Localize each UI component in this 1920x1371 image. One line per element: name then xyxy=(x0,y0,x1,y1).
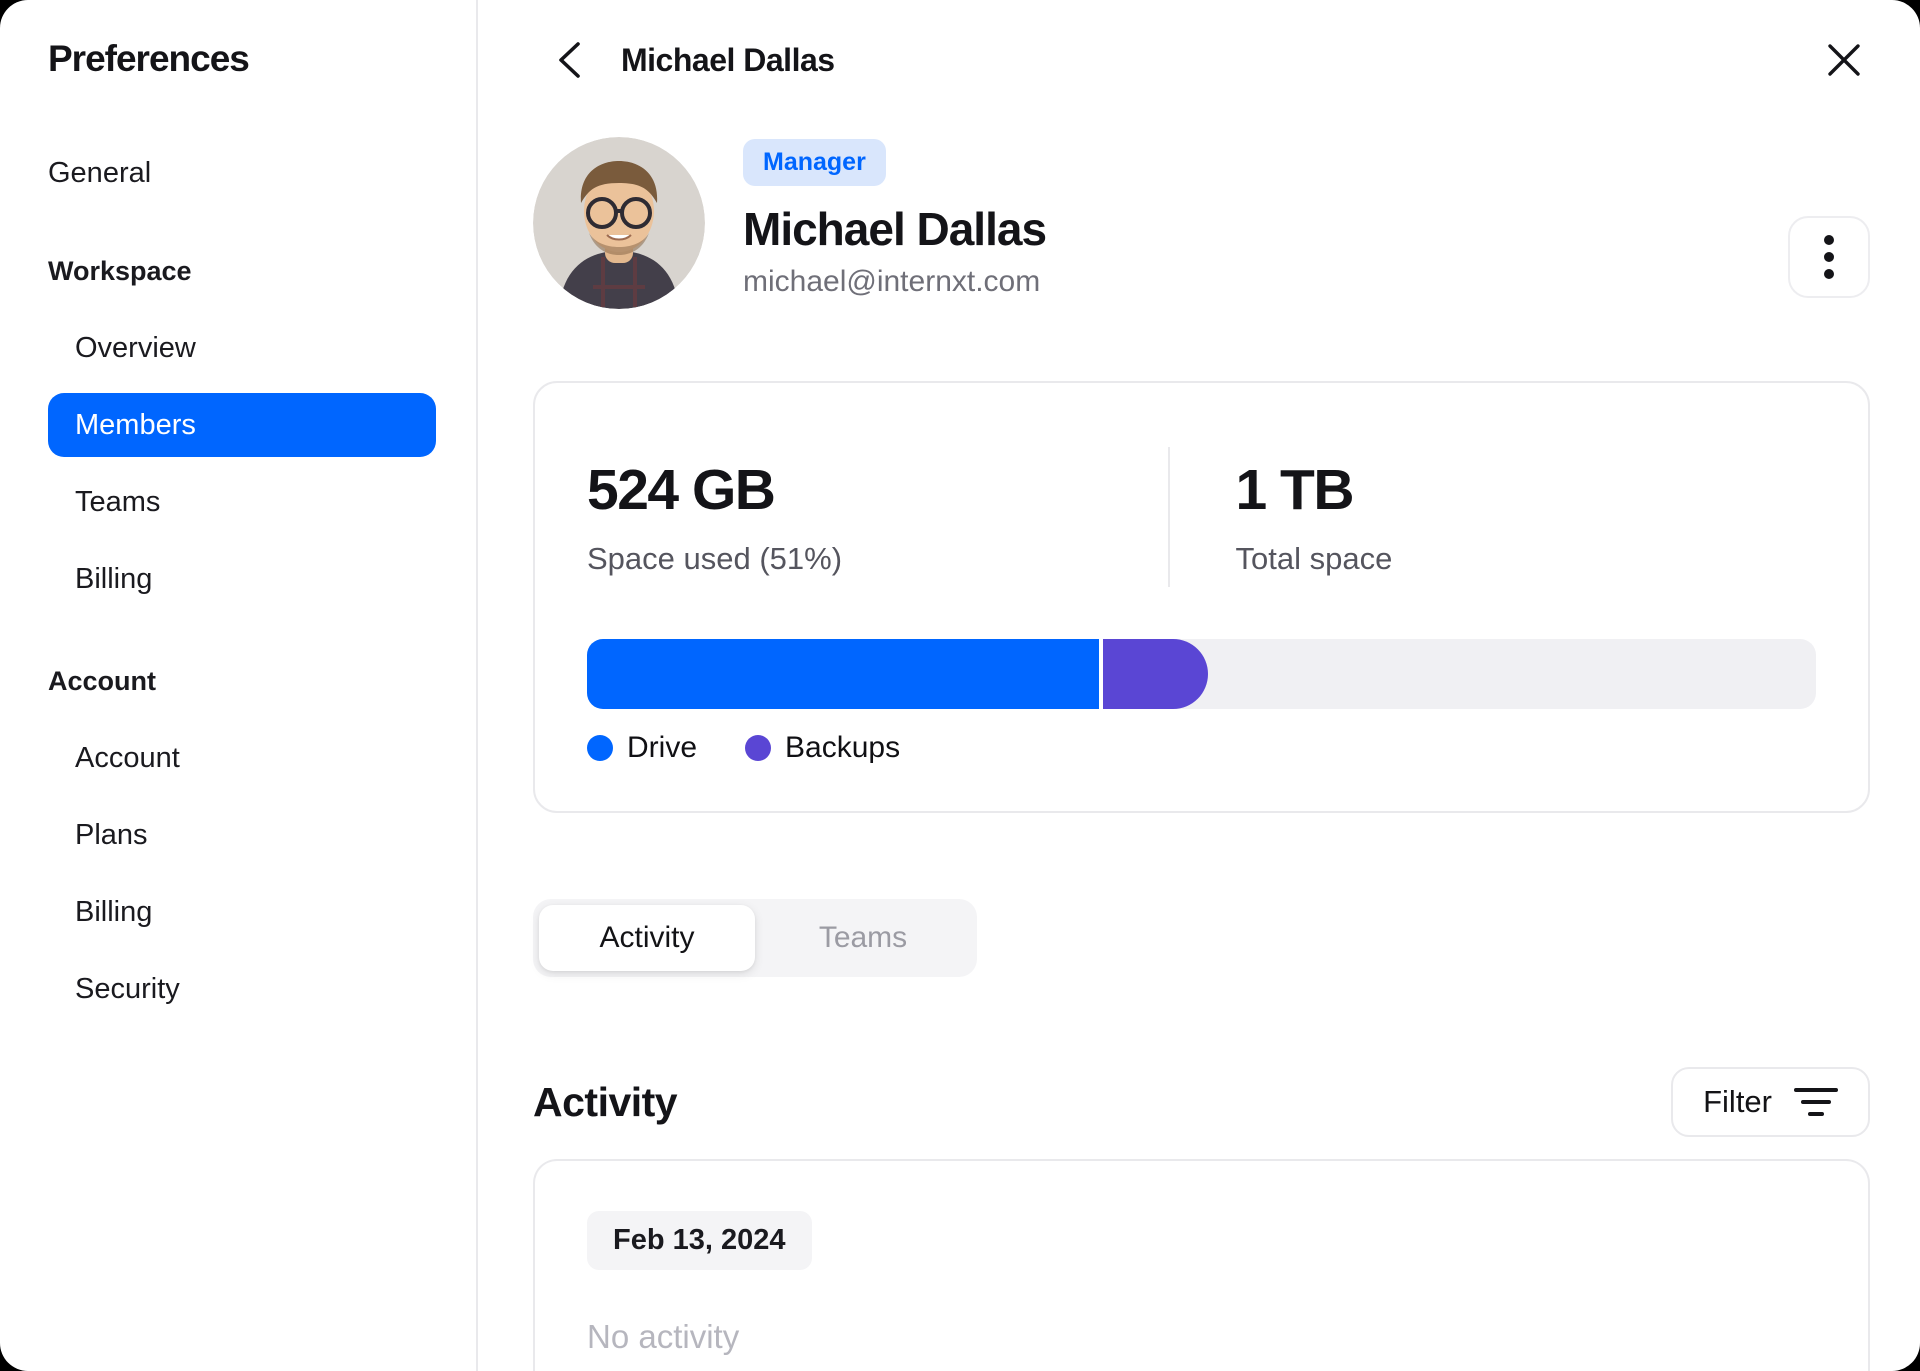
sidebar-section-account: Account xyxy=(48,665,156,696)
kebab-menu-icon xyxy=(1823,234,1835,280)
preferences-modal: Preferences General Workspace Overview M… xyxy=(0,0,1920,1371)
back-button[interactable] xyxy=(547,38,591,82)
member-email: michael@internxt.com xyxy=(743,265,1041,298)
sidebar-title: Preferences xyxy=(48,38,250,79)
sidebar-item-billing-workspace[interactable]: Billing xyxy=(48,547,436,611)
avatar xyxy=(533,137,705,309)
sidebar-item-overview[interactable]: Overview xyxy=(48,316,436,380)
activity-card: Feb 13, 2024 No activity xyxy=(533,1159,1870,1371)
tab-switcher: Activity Teams xyxy=(533,899,977,977)
sidebar-item-account[interactable]: Account xyxy=(48,726,436,790)
sidebar-item-billing-account[interactable]: Billing xyxy=(48,880,436,944)
tab-activity[interactable]: Activity xyxy=(539,905,755,971)
sidebar: Preferences General Workspace Overview M… xyxy=(0,0,478,1371)
member-profile: Manager Michael Dallas michael@internxt.… xyxy=(533,137,1870,309)
no-activity-text: No activity xyxy=(587,1318,740,1355)
drive-dot-icon xyxy=(587,735,613,761)
storage-stats: 524 GB Space used (51%) 1 TB Total space xyxy=(587,447,1816,587)
sidebar-nav: General Workspace Overview Members Teams… xyxy=(48,141,436,1021)
member-name: Michael Dallas xyxy=(743,203,1047,255)
total-space-value: 1 TB xyxy=(1235,458,1355,522)
space-used-stat: 524 GB Space used (51%) xyxy=(587,457,1168,577)
backups-legend-label: Backups xyxy=(785,731,901,764)
member-detail-panel: Michael Dallas Manager Michael Dallas mi… xyxy=(478,0,1920,1371)
tab-teams[interactable]: Teams xyxy=(755,905,971,971)
storage-progress-bar xyxy=(587,639,1816,709)
sidebar-item-security[interactable]: Security xyxy=(48,957,436,1021)
sidebar-item-members[interactable]: Members xyxy=(48,393,436,457)
total-space-label: Total space xyxy=(1235,541,1393,576)
more-options-button[interactable] xyxy=(1788,216,1870,298)
storage-card: 524 GB Space used (51%) 1 TB Total space… xyxy=(533,381,1870,813)
legend-item-drive: Drive xyxy=(587,731,697,765)
chevron-left-icon xyxy=(556,40,582,80)
drive-legend-label: Drive xyxy=(627,731,698,764)
member-avatar-image xyxy=(533,137,705,309)
sidebar-item-general[interactable]: General xyxy=(48,141,436,205)
sidebar-item-plans[interactable]: Plans xyxy=(48,803,436,867)
role-badge: Manager xyxy=(743,139,886,186)
drive-segment xyxy=(587,639,1104,709)
activity-heading: Activity xyxy=(533,1078,678,1125)
close-icon xyxy=(1826,42,1862,78)
legend-item-backups: Backups xyxy=(745,731,900,765)
space-used-label: Space used (51%) xyxy=(587,541,843,576)
backups-segment xyxy=(1103,639,1208,709)
backups-dot-icon xyxy=(745,735,772,761)
total-space-stat: 1 TB Total space xyxy=(1170,457,1817,577)
date-badge: Feb 13, 2024 xyxy=(587,1211,812,1270)
sidebar-item-teams[interactable]: Teams xyxy=(48,470,436,534)
filter-button[interactable]: Filter xyxy=(1671,1067,1870,1137)
storage-legend: Drive Backups xyxy=(587,731,1816,765)
filter-icon xyxy=(1794,1086,1838,1118)
activity-header: Activity Filter xyxy=(533,1067,1870,1137)
filter-button-label: Filter xyxy=(1703,1084,1772,1119)
page-title: Michael Dallas xyxy=(621,41,835,78)
panel-header: Michael Dallas xyxy=(533,38,1870,82)
close-button[interactable] xyxy=(1822,38,1866,82)
profile-info: Manager Michael Dallas michael@internxt.… xyxy=(743,137,1047,309)
sidebar-section-workspace: Workspace xyxy=(48,255,192,286)
space-used-value: 524 GB xyxy=(587,458,776,522)
